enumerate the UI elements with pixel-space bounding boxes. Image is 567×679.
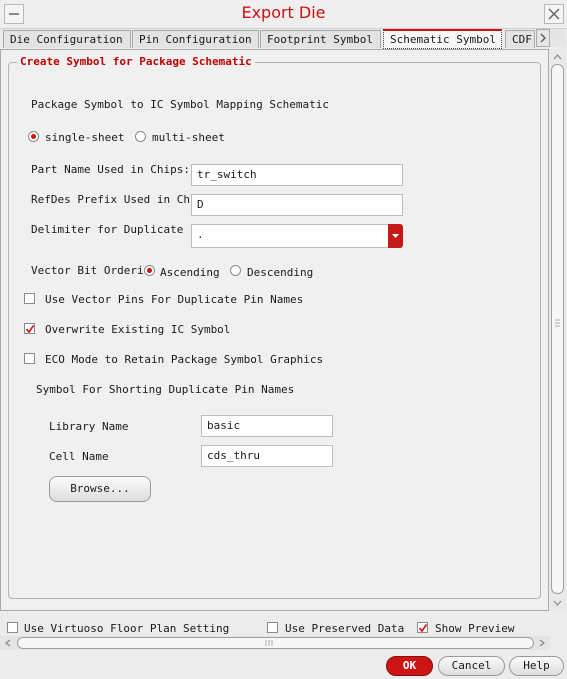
single-sheet-radio[interactable]: [28, 131, 39, 142]
library-name-label: Library Name: [49, 420, 129, 433]
close-button[interactable]: [544, 4, 564, 24]
vector-pins-checkbox[interactable]: [24, 293, 35, 304]
floor-plan-checkbox[interactable]: [7, 622, 18, 633]
tab-die-configuration[interactable]: Die Configuration: [3, 30, 131, 48]
tab-scroll-right[interactable]: [550, 29, 566, 47]
show-preview-label: Show Preview: [435, 622, 515, 635]
cancel-button[interactable]: Cancel: [438, 656, 505, 676]
vector-order-label: Vector Bit Orderi: [31, 264, 144, 277]
horizontal-scroll-thumb[interactable]: [17, 637, 534, 649]
arrow-down-icon: [553, 600, 562, 606]
descending-label: Descending: [247, 266, 314, 279]
delimiter-select[interactable]: .: [191, 224, 389, 248]
scroll-right-button[interactable]: [536, 637, 548, 649]
close-icon: [548, 8, 560, 20]
descending-radio[interactable]: [230, 265, 241, 276]
library-name-input[interactable]: basic: [201, 415, 333, 437]
check-icon: [25, 325, 35, 334]
scroll-up-button[interactable]: [551, 51, 564, 63]
tab-scroll-button[interactable]: [536, 29, 550, 47]
arrow-left-icon: [5, 639, 11, 647]
scroll-left-button[interactable]: [2, 637, 14, 649]
tab-cdf[interactable]: CDF: [505, 30, 535, 48]
grip-icon: [555, 319, 560, 327]
multi-sheet-radio[interactable]: [135, 131, 146, 142]
group-title: Create Symbol for Package Schematic: [17, 55, 255, 68]
tab-schematic-symbol[interactable]: Schematic Symbol: [383, 29, 502, 49]
ok-button[interactable]: OK: [386, 656, 433, 676]
overwrite-checkbox[interactable]: [24, 323, 35, 334]
grip-icon: [265, 640, 273, 646]
ascending-label: Ascending: [160, 266, 220, 279]
cell-name-label: Cell Name: [49, 450, 109, 463]
mapping-label: Package Symbol to IC Symbol Mapping Sche…: [31, 98, 330, 111]
browse-button[interactable]: Browse...: [49, 476, 151, 502]
eco-mode-label: ECO Mode to Retain Package Symbol Graphi…: [45, 353, 324, 366]
single-sheet-label: single-sheet: [45, 131, 125, 144]
delimiter-dropdown-button[interactable]: [388, 224, 403, 248]
vector-pins-label: Use Vector Pins For Duplicate Pin Names: [45, 293, 304, 306]
tab-footprint-symbol[interactable]: Footprint Symbol: [260, 30, 381, 48]
eco-mode-checkbox[interactable]: [24, 353, 35, 364]
window-title: Export Die: [241, 3, 326, 22]
multi-sheet-label: multi-sheet: [152, 131, 225, 144]
delimiter-label: Delimiter for Duplicate P: [31, 223, 191, 236]
refdes-input[interactable]: D: [191, 194, 403, 216]
show-preview-checkbox[interactable]: [417, 622, 428, 633]
shorting-label: Symbol For Shorting Duplicate Pin Names: [36, 383, 295, 396]
tab-pin-configuration[interactable]: Pin Configuration: [132, 30, 259, 48]
scroll-down-button[interactable]: [551, 597, 564, 609]
help-button[interactable]: Help: [509, 656, 564, 676]
preserved-data-label: Use Preserved Data: [285, 622, 405, 635]
cell-name-input[interactable]: cds_thru: [201, 445, 333, 467]
check-icon: [418, 624, 428, 633]
part-name-label: Part Name Used in Chips:: [31, 163, 190, 176]
part-name-input[interactable]: tr_switch: [191, 164, 403, 186]
chevron-right-icon: [540, 33, 546, 43]
refdes-label: RefDes Prefix Used in Ch: [31, 193, 190, 206]
ascending-radio[interactable]: [144, 265, 155, 276]
floor-plan-label: Use Virtuoso Floor Plan Setting: [24, 622, 230, 635]
preserved-data-checkbox[interactable]: [267, 622, 278, 633]
arrow-right-icon: [539, 639, 545, 647]
overwrite-label: Overwrite Existing IC Symbol: [45, 323, 231, 336]
arrow-up-icon: [553, 54, 562, 60]
chevron-down-icon: [392, 234, 399, 238]
vertical-scroll-thumb[interactable]: [551, 64, 564, 594]
